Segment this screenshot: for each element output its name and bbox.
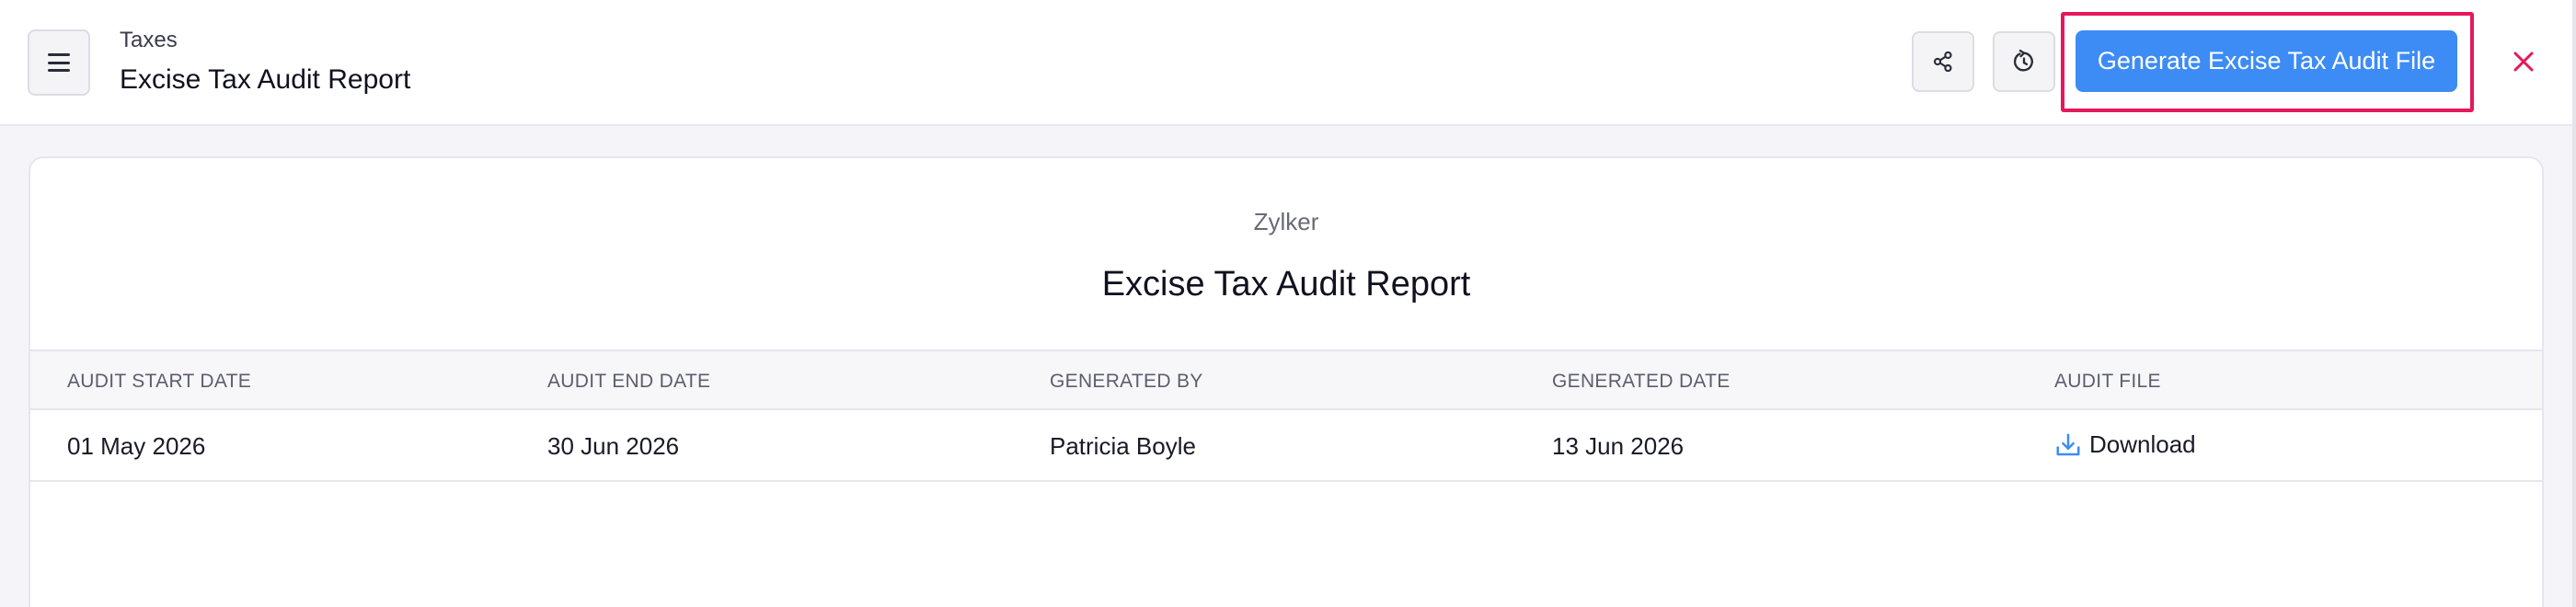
menu-button[interactable] xyxy=(28,29,90,96)
column-header-generated-by: GENERATED BY xyxy=(1050,371,1203,392)
column-header-audit-start-date: AUDIT START DATE xyxy=(67,371,252,392)
column-header-audit-end-date: AUDIT END DATE xyxy=(547,371,711,392)
organization-name: Zylker xyxy=(1253,208,1319,235)
table-row: 01 May 2026 30 Jun 2026 Patricia Boyle 1… xyxy=(30,410,2542,482)
breadcrumb[interactable]: Taxes xyxy=(120,28,178,53)
page-title: Excise Tax Audit Report xyxy=(120,64,411,95)
table-header: AUDIT START DATE AUDIT END DATE GENERATE… xyxy=(30,349,2542,410)
generated-date-cell: 13 Jun 2026 xyxy=(1552,432,1685,460)
generate-audit-file-button[interactable]: Generate Excise Tax Audit File xyxy=(2076,30,2457,92)
share-button[interactable] xyxy=(1912,31,1974,92)
close-icon xyxy=(2513,52,2534,72)
report-card: Zylker Excise Tax Audit Report AUDIT STA… xyxy=(29,156,2544,607)
window-scrollbar[interactable] xyxy=(2572,0,2576,607)
app-window: Taxes Excise Tax Audit Report Generate E… xyxy=(0,0,2576,607)
download-link[interactable]: Download xyxy=(2054,430,2196,459)
audit-end-date-cell: 30 Jun 2026 xyxy=(547,432,680,460)
page-header: Taxes Excise Tax Audit Report Generate E… xyxy=(0,0,2572,126)
close-button[interactable] xyxy=(2502,40,2545,83)
column-header-generated-date: GENERATED DATE xyxy=(1552,371,1731,392)
refresh-button[interactable] xyxy=(1993,31,2055,92)
report-title: Excise Tax Audit Report xyxy=(1101,265,1471,304)
column-header-audit-file: AUDIT FILE xyxy=(2054,371,2161,392)
hamburger-menu-icon xyxy=(48,53,70,72)
audit-start-date-cell: 01 May 2026 xyxy=(67,432,206,460)
download-label: Download xyxy=(2089,430,2196,458)
share-icon xyxy=(1933,51,1952,73)
download-icon xyxy=(2056,433,2080,455)
refresh-icon xyxy=(2013,49,2033,72)
generated-by-cell: Patricia Boyle xyxy=(1050,432,1196,460)
